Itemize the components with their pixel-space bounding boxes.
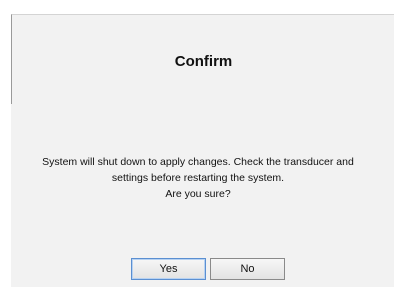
confirm-dialog: Confirm System will shut down to apply c… — [11, 14, 394, 287]
dialog-body: System will shut down to apply changes. … — [11, 104, 394, 287]
dialog-header: Confirm — [11, 14, 394, 104]
message-line-1: System will shut down to apply changes. … — [42, 156, 354, 168]
no-button[interactable]: No — [210, 258, 285, 280]
dialog-message: System will shut down to apply changes. … — [2, 154, 394, 202]
message-line-2: settings before restarting the system. — [111, 172, 285, 184]
message-line-3: Are you sure? — [165, 188, 231, 200]
dialog-title: Confirm — [174, 53, 233, 70]
yes-button[interactable]: Yes — [131, 258, 206, 280]
